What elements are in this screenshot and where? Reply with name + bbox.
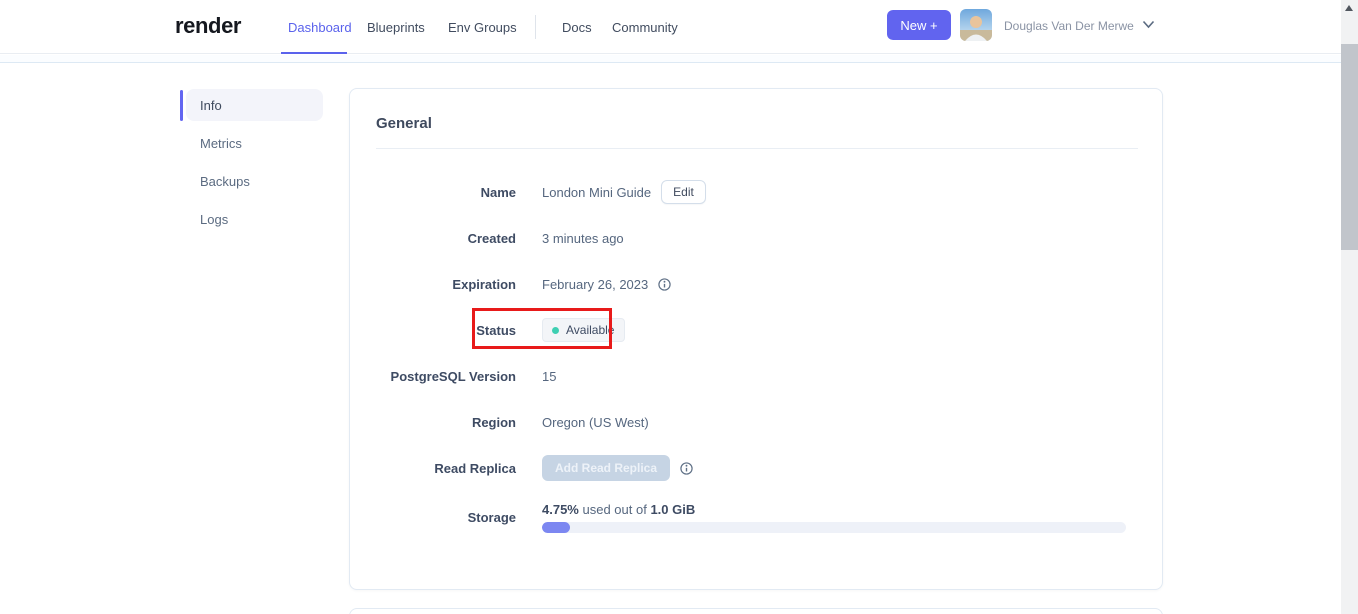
postgres-version-label: PostgreSQL Version <box>390 368 516 384</box>
postgres-version-row: PostgreSQL Version 15 <box>376 362 1138 390</box>
sidebar-item-backups[interactable]: Backups <box>186 165 323 197</box>
sidebar-active-indicator <box>180 90 183 121</box>
storage-total: 1.0 GiB <box>650 501 696 517</box>
sidebar-item-label: Info <box>200 97 222 113</box>
status-label: Status <box>476 322 516 338</box>
service-sidebar: Info Metrics Backups Logs <box>180 89 325 241</box>
read-replica-label: Read Replica <box>434 460 516 476</box>
storage-middle-text: used out of <box>578 501 651 517</box>
expiration-row: Expiration February 26, 2023 <box>376 270 1138 298</box>
nav-tab-dashboard[interactable]: Dashboard <box>288 20 352 35</box>
nav-divider <box>535 15 536 39</box>
sidebar-item-logs[interactable]: Logs <box>186 203 323 235</box>
status-dot-icon <box>552 326 559 334</box>
sidebar-item-label: Logs <box>200 211 229 227</box>
read-replica-info-icon[interactable] <box>680 461 693 475</box>
card-title: General <box>376 115 432 132</box>
status-value: Available <box>566 323 615 337</box>
general-card: General Name London Mini Guide Edit Crea… <box>349 88 1163 590</box>
storage-progress-track <box>542 521 1126 533</box>
card-title-divider <box>376 148 1138 149</box>
top-navbar: render Dashboard Blueprints Env Groups D… <box>0 0 1341 54</box>
nav-tab-env-groups[interactable]: Env Groups <box>448 20 517 35</box>
scrollbar-track[interactable] <box>1341 0 1358 614</box>
new-button[interactable]: New + <box>887 10 951 40</box>
region-row: Region Oregon (US West) <box>376 408 1138 436</box>
general-rows: Name London Mini Guide Edit Created 3 mi… <box>376 178 1138 552</box>
read-replica-row: Read Replica Add Read Replica <box>376 454 1138 482</box>
sidebar-item-info[interactable]: Info <box>186 89 323 121</box>
avatar-photo <box>960 9 992 41</box>
nav-tab-blueprints[interactable]: Blueprints <box>367 20 425 35</box>
scrolled-card-edge <box>0 55 1341 63</box>
created-row: Created 3 minutes ago <box>376 224 1138 252</box>
region-label: Region <box>471 414 516 430</box>
region-value: Oregon (US West) <box>542 414 649 430</box>
sidebar-item-label: Metrics <box>200 135 242 151</box>
user-avatar[interactable] <box>960 9 992 41</box>
postgres-version-value: 15 <box>542 368 557 384</box>
sidebar-item-metrics[interactable]: Metrics <box>186 127 323 159</box>
created-value: 3 minutes ago <box>542 230 624 246</box>
name-label: Name <box>480 184 516 200</box>
chevron-down-icon[interactable] <box>1142 20 1155 29</box>
storage-usage-text: 4.75% used out of 1.0 GiB <box>542 502 1126 517</box>
add-read-replica-button[interactable]: Add Read Replica <box>542 455 671 481</box>
nav-link-docs[interactable]: Docs <box>562 20 592 35</box>
user-name: Douglas Van Der Merwe <box>1004 19 1134 33</box>
expiration-label: Expiration <box>452 276 516 292</box>
storage-block: 4.75% used out of 1.0 GiB <box>542 502 1126 533</box>
render-logo[interactable]: render <box>175 13 241 39</box>
expiration-value: February 26, 2023 <box>542 276 649 292</box>
name-row: Name London Mini Guide Edit <box>376 178 1138 206</box>
next-card-partial <box>349 608 1163 614</box>
status-badge: Available <box>542 318 626 342</box>
storage-progress-fill <box>542 521 570 533</box>
active-tab-underline <box>281 52 347 54</box>
sidebar-item-label: Backups <box>200 173 250 189</box>
expiration-info-icon[interactable] <box>658 277 671 291</box>
storage-label: Storage <box>467 509 516 525</box>
storage-used-pct: 4.75% <box>542 501 579 517</box>
scrollbar-thumb[interactable] <box>1341 44 1358 250</box>
status-row: Status Available <box>376 308 1138 349</box>
nav-link-community[interactable]: Community <box>612 20 678 35</box>
name-value: London Mini Guide <box>542 184 652 200</box>
edit-name-button[interactable]: Edit <box>661 180 706 204</box>
created-label: Created <box>467 230 516 246</box>
storage-row: Storage 4.75% used out of 1.0 GiB <box>376 500 1138 534</box>
scrollbar-up-arrow-icon[interactable] <box>1345 5 1353 11</box>
